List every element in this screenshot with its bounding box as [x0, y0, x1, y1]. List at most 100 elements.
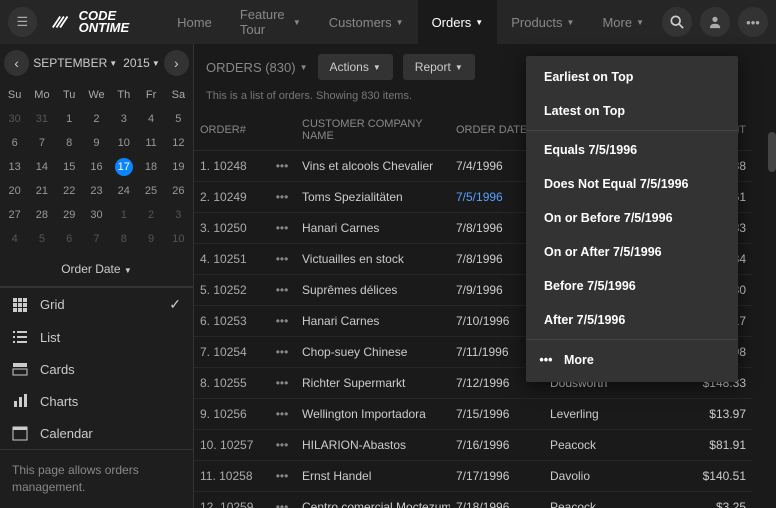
cell-order[interactable]: 7. 10254	[194, 337, 268, 368]
cell-date[interactable]: 7/17/1996	[450, 461, 544, 492]
cal-prev-button[interactable]: ‹	[4, 50, 29, 76]
view-calendar[interactable]: Calendar	[0, 417, 193, 449]
search-button[interactable]	[662, 7, 692, 37]
cal-day[interactable]: 12	[166, 132, 191, 154]
cell-order[interactable]: 11. 10258	[194, 461, 268, 492]
view-list[interactable]: List	[0, 321, 193, 353]
view-grid[interactable]: Grid✓	[0, 288, 193, 321]
user-button[interactable]	[700, 7, 730, 37]
cell-employee[interactable]: Peacock	[544, 492, 664, 508]
calendar-field-selector[interactable]: Order Date ▼	[0, 252, 193, 287]
cell-date[interactable]: 7/16/1996	[450, 430, 544, 461]
hamburger-button[interactable]: ☰	[8, 7, 37, 37]
cell-order[interactable]: 3. 10250	[194, 213, 268, 244]
cell-order[interactable]: 10. 10257	[194, 430, 268, 461]
cal-day[interactable]: 25	[138, 180, 163, 202]
cell-order[interactable]: 5. 10252	[194, 275, 268, 306]
cal-day[interactable]: 16	[84, 156, 109, 178]
cell-freight[interactable]: $140.51	[664, 461, 752, 492]
scrollbar[interactable]	[768, 132, 776, 172]
cal-day[interactable]: 3	[111, 108, 136, 130]
row-actions-button[interactable]: •••	[268, 182, 296, 213]
cell-employee[interactable]: Peacock	[544, 430, 664, 461]
cal-day[interactable]: 30	[84, 204, 109, 226]
cal-day[interactable]: 7	[84, 228, 109, 250]
actions-button[interactable]: Actions ▼	[318, 54, 393, 80]
row-actions-button[interactable]: •••	[268, 461, 296, 492]
cell-company[interactable]: Chop-suey Chinese	[296, 337, 450, 368]
cal-day[interactable]: 3	[166, 204, 191, 226]
cal-day[interactable]: 8	[111, 228, 136, 250]
view-charts[interactable]: Charts	[0, 385, 193, 417]
cal-day[interactable]: 15	[57, 156, 82, 178]
cal-day[interactable]: 10	[166, 228, 191, 250]
cal-day[interactable]: 21	[29, 180, 54, 202]
cell-order[interactable]: 9. 10256	[194, 399, 268, 430]
cal-day[interactable]: 30	[2, 108, 27, 130]
cell-freight[interactable]: $3.25	[664, 492, 752, 508]
cal-day[interactable]: 8	[57, 132, 82, 154]
cal-day[interactable]: 28	[29, 204, 54, 226]
menu-equals[interactable]: Equals 7/5/1996	[526, 133, 738, 167]
row-actions-button[interactable]: •••	[268, 492, 296, 508]
menu-on-before[interactable]: On or Before 7/5/1996	[526, 201, 738, 235]
cal-day[interactable]: 24	[111, 180, 136, 202]
row-actions-button[interactable]: •••	[268, 306, 296, 337]
menu-latest[interactable]: Latest on Top	[526, 94, 738, 128]
cal-day[interactable]: 27	[2, 204, 27, 226]
row-actions-button[interactable]: •••	[268, 430, 296, 461]
nav-home[interactable]: Home	[163, 0, 226, 44]
cal-day[interactable]: 26	[166, 180, 191, 202]
row-actions-button[interactable]: •••	[268, 399, 296, 430]
cal-day[interactable]: 9	[138, 228, 163, 250]
cal-day[interactable]: 18	[138, 156, 163, 178]
cell-date[interactable]: 7/15/1996	[450, 399, 544, 430]
cal-day[interactable]: 10	[111, 132, 136, 154]
menu-on-after[interactable]: On or After 7/5/1996	[526, 235, 738, 269]
nav-feature[interactable]: Feature Tour▼	[226, 0, 315, 44]
cell-freight[interactable]: $13.97	[664, 399, 752, 430]
cell-order[interactable]: 6. 10253	[194, 306, 268, 337]
cell-company[interactable]: Hanari Carnes	[296, 306, 450, 337]
cal-day[interactable]: 17	[111, 156, 136, 178]
cell-order[interactable]: 2. 10249	[194, 182, 268, 213]
nav-more[interactable]: More▼	[588, 0, 658, 44]
cal-day[interactable]: 19	[166, 156, 191, 178]
row-actions-button[interactable]: •••	[268, 151, 296, 182]
more-button[interactable]: •••	[738, 7, 768, 37]
nav-orders[interactable]: Orders▼	[418, 0, 498, 44]
cell-company[interactable]: Victuailles en stock	[296, 244, 450, 275]
view-cards[interactable]: Cards	[0, 353, 193, 385]
row-actions-button[interactable]: •••	[268, 368, 296, 399]
cal-day[interactable]: 2	[84, 108, 109, 130]
cal-day[interactable]: 4	[2, 228, 27, 250]
row-actions-button[interactable]: •••	[268, 275, 296, 306]
cal-day[interactable]: 11	[138, 132, 163, 154]
cell-company[interactable]: Suprêmes délices	[296, 275, 450, 306]
cal-day[interactable]: 13	[2, 156, 27, 178]
nav-customers[interactable]: Customers▼	[315, 0, 418, 44]
cal-next-button[interactable]: ›	[164, 50, 189, 76]
cell-employee[interactable]: Leverling	[544, 399, 664, 430]
cal-day[interactable]: 5	[166, 108, 191, 130]
menu-earliest[interactable]: Earliest on Top	[526, 60, 738, 94]
row-actions-button[interactable]: •••	[268, 213, 296, 244]
menu-after[interactable]: After 7/5/1996	[526, 303, 738, 337]
cal-day[interactable]: 29	[57, 204, 82, 226]
view-title[interactable]: ORDERS (830) ▼	[206, 60, 308, 75]
cell-company[interactable]: Centro comercial Moctezuma	[296, 492, 450, 508]
nav-products[interactable]: Products▼	[497, 0, 588, 44]
col-company[interactable]: CUSTOMER COMPANY NAME	[296, 110, 450, 151]
menu-before[interactable]: Before 7/5/1996	[526, 269, 738, 303]
cell-company[interactable]: Hanari Carnes	[296, 213, 450, 244]
cell-company[interactable]: Ernst Handel	[296, 461, 450, 492]
cal-day[interactable]: 14	[29, 156, 54, 178]
report-button[interactable]: Report ▼	[403, 54, 475, 80]
col-order[interactable]: ORDER#	[194, 110, 268, 151]
cell-order[interactable]: 12. 10259	[194, 492, 268, 508]
cell-company[interactable]: HILARION-Abastos	[296, 430, 450, 461]
cal-day[interactable]: 1	[57, 108, 82, 130]
cell-company[interactable]: Vins et alcools Chevalier	[296, 151, 450, 182]
cell-order[interactable]: 1. 10248	[194, 151, 268, 182]
cell-freight[interactable]: $81.91	[664, 430, 752, 461]
